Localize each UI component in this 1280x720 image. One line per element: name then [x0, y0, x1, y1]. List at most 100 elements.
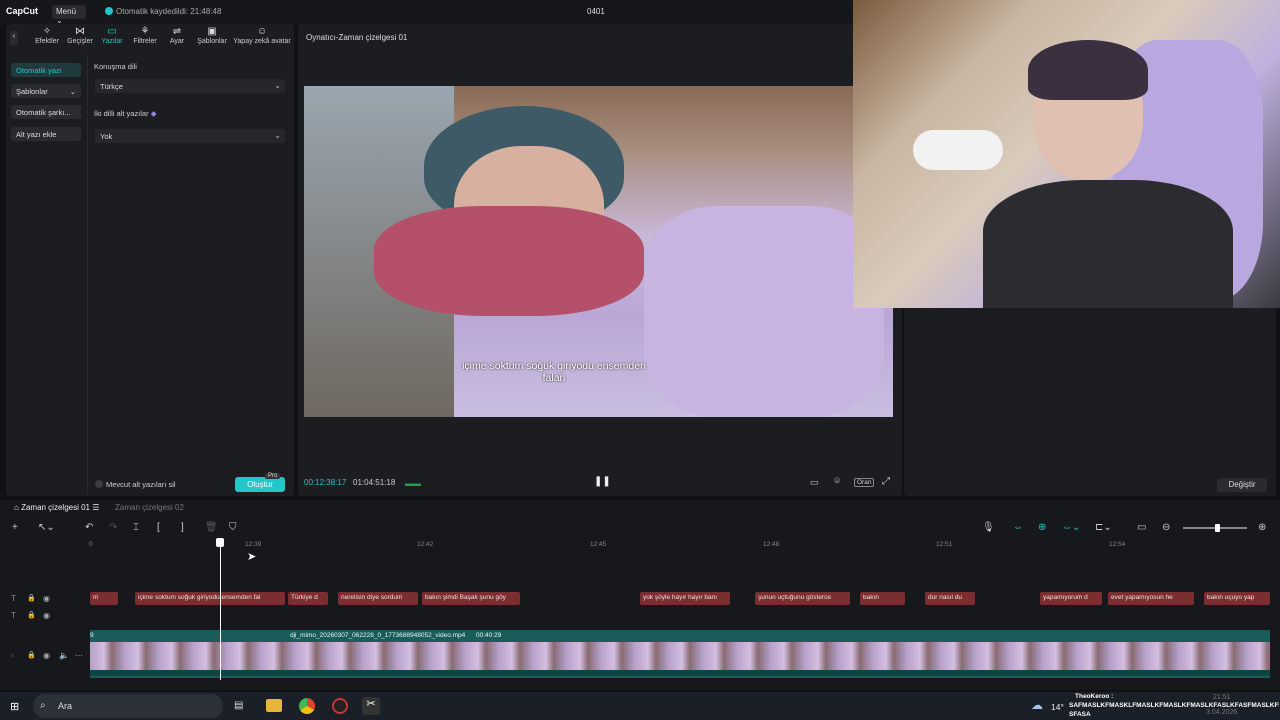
lock-icon[interactable]: 🔒: [27, 611, 36, 619]
chat-user: TheoKeroo :: [1075, 693, 1114, 700]
sidebar-item-auto-lyrics[interactable]: Otomatik şarkı...: [11, 105, 81, 119]
tab-timeline-02[interactable]: Zaman çizelgesi 02: [115, 503, 184, 512]
webcam-overlay: [853, 0, 1280, 308]
marker-icon[interactable]: ⛉: [229, 522, 237, 533]
ruler-label: 12:45: [590, 541, 607, 548]
chevron-down-icon: ⌄: [69, 87, 76, 96]
zoom-slider-handle[interactable]: [1215, 524, 1220, 532]
caption-clip[interactable]: dur nasıl du: [925, 592, 975, 605]
capcut-icon[interactable]: ✂: [362, 697, 380, 715]
caption-clip[interactable]: bakın şimdi Başak şunu göy: [422, 592, 520, 605]
search-icon: ⌕: [40, 700, 46, 711]
gem-icon: ◆: [150, 109, 157, 118]
delete-icon[interactable]: 🗑: [205, 522, 218, 533]
tab-templates[interactable]: ▣ Şablonlar: [192, 26, 232, 50]
tab-timeline-01[interactable]: ⌂ Zaman çizelgesi 01 ☰: [14, 503, 99, 512]
sidebar-item-auto-caption[interactable]: Otomatik yazı: [11, 63, 81, 77]
trim-left-icon[interactable]: [: [157, 522, 160, 533]
pause-icon[interactable]: ❚❚: [594, 476, 611, 487]
change-button[interactable]: Değiştir: [1217, 478, 1267, 492]
collapse-icon[interactable]: ‹: [10, 31, 18, 45]
current-time: 00:12:38:17: [304, 478, 347, 487]
add-icon[interactable]: +: [12, 522, 18, 533]
menu-button[interactable]: Menü ⌄: [52, 5, 86, 25]
link-icon[interactable]: ⇔: [1013, 522, 1023, 533]
caption-clip[interactable]: bakın: [860, 592, 905, 605]
screenshot-icon[interactable]: ⌾: [834, 476, 840, 487]
caption-tool-icon[interactable]: ▭: [1137, 522, 1146, 533]
ruler-label: 0: [89, 541, 93, 548]
mouse-cursor-icon: ➤: [247, 551, 257, 563]
chrome-icon[interactable]: [299, 698, 315, 714]
tab-ai-avatar[interactable]: ☺ Yapay zekâ avatar: [233, 26, 291, 50]
sidebar-item-templates[interactable]: Şablonlar ⌄: [11, 84, 81, 98]
lock-icon[interactable]: 🔒: [27, 594, 36, 602]
ruler-label: 12:48: [763, 541, 780, 548]
delete-existing-toggle[interactable]: [95, 480, 103, 488]
pro-badge: Pro: [265, 473, 281, 479]
obs-icon[interactable]: [332, 698, 348, 714]
chevron-down-icon: ⌄: [274, 81, 281, 90]
caption-clip[interactable]: m: [90, 592, 118, 605]
video-clip-prefix: 9: [90, 632, 94, 639]
tab-adjust[interactable]: ⇌ Ayar: [157, 26, 197, 50]
split-icon[interactable]: ⌶: [133, 522, 139, 533]
scarf: [374, 206, 644, 316]
grid-icon[interactable]: ▬▬: [405, 479, 421, 488]
ruler-label: 12:39: [245, 541, 262, 548]
bilingual-select[interactable]: Yok ⌄: [95, 129, 285, 143]
ruler-label: 12:54: [1109, 541, 1126, 548]
magnet-icon[interactable]: ⊕: [1038, 522, 1046, 533]
create-button[interactable]: Oluştur: [235, 477, 285, 492]
subtitle-line-2: falan: [542, 372, 566, 384]
lock-icon[interactable]: 🔒: [27, 651, 36, 659]
caption-clip[interactable]: evet yapamıyosun he: [1108, 592, 1194, 605]
adjust-icon: ⇌: [172, 26, 182, 37]
playhead-handle[interactable]: [216, 538, 224, 547]
select-tool-icon[interactable]: ↖⌄: [38, 522, 55, 533]
sidebar-item-add-caption[interactable]: Alt yazı ekle: [11, 127, 81, 141]
undo-icon[interactable]: ↶: [85, 522, 93, 533]
divider: [87, 54, 88, 494]
delete-existing-label: Mevcut alt yazıları sil: [106, 480, 176, 489]
more-icon[interactable]: ⋯: [75, 651, 83, 660]
streamer-shirt: [983, 180, 1233, 308]
weather-icon: ☁: [1031, 698, 1043, 712]
caption-toggle-icon[interactable]: ▭: [810, 477, 819, 488]
task-view-icon[interactable]: ▤: [234, 700, 243, 711]
zoom-in-icon[interactable]: ⊕: [1258, 522, 1266, 533]
app-logo: CapCut: [6, 6, 38, 16]
redo-icon[interactable]: ↷: [109, 522, 117, 533]
caption-clip[interactable]: bakın uçuyo yap: [1204, 592, 1270, 605]
zoom-out-icon[interactable]: ⊖: [1162, 522, 1170, 533]
caption-clip[interactable]: Türkiye d: [288, 592, 328, 605]
eye-icon[interactable]: ◉: [43, 594, 50, 603]
weather-temp: 14°: [1051, 702, 1064, 712]
clock-date: 3.04.2026: [1206, 709, 1238, 716]
fullscreen-icon[interactable]: ⤢: [882, 476, 890, 487]
caption-clip[interactable]: yok şöyle hayır hayır banı: [640, 592, 730, 605]
caption-clip[interactable]: içime soktum soğuk giriyodu ensemden fal: [135, 592, 285, 605]
trim-right-icon[interactable]: ]: [181, 522, 184, 533]
template-icon: ▣: [207, 26, 217, 37]
bilingual-label: İki dilli alt yazılar ◆: [94, 109, 157, 118]
playhead[interactable]: [220, 538, 221, 680]
caption-clip[interactable]: nerelisin diye sordum: [338, 592, 418, 605]
speaker-icon[interactable]: 🔈: [59, 651, 69, 660]
ratio-button[interactable]: Oran: [854, 478, 875, 487]
language-select[interactable]: Türkçe ⌄: [95, 79, 285, 93]
microphone: [913, 130, 1003, 170]
snap-icon[interactable]: ⇔⌄: [1062, 522, 1080, 533]
ruler-label: 12:51: [936, 541, 953, 548]
eye-icon[interactable]: ◉: [43, 651, 50, 660]
preview-axis-icon[interactable]: ⊏⌄: [1095, 522, 1112, 533]
caption-clip[interactable]: yapamıyorum d: [1040, 592, 1102, 605]
ruler-label: 12:42: [417, 541, 434, 548]
video-clip-name: dji_mimo_20260307_062228_0_1773688948052…: [290, 632, 466, 639]
file-explorer-icon[interactable]: [266, 699, 282, 712]
avatar-icon: ☺: [256, 26, 268, 37]
microphone-icon[interactable]: 🎙: [982, 522, 995, 533]
eye-icon[interactable]: ◉: [43, 611, 50, 620]
windows-start-icon[interactable]: ⊞: [10, 700, 19, 713]
caption-clip[interactable]: şunun uçtuğunu gösterce: [755, 592, 850, 605]
